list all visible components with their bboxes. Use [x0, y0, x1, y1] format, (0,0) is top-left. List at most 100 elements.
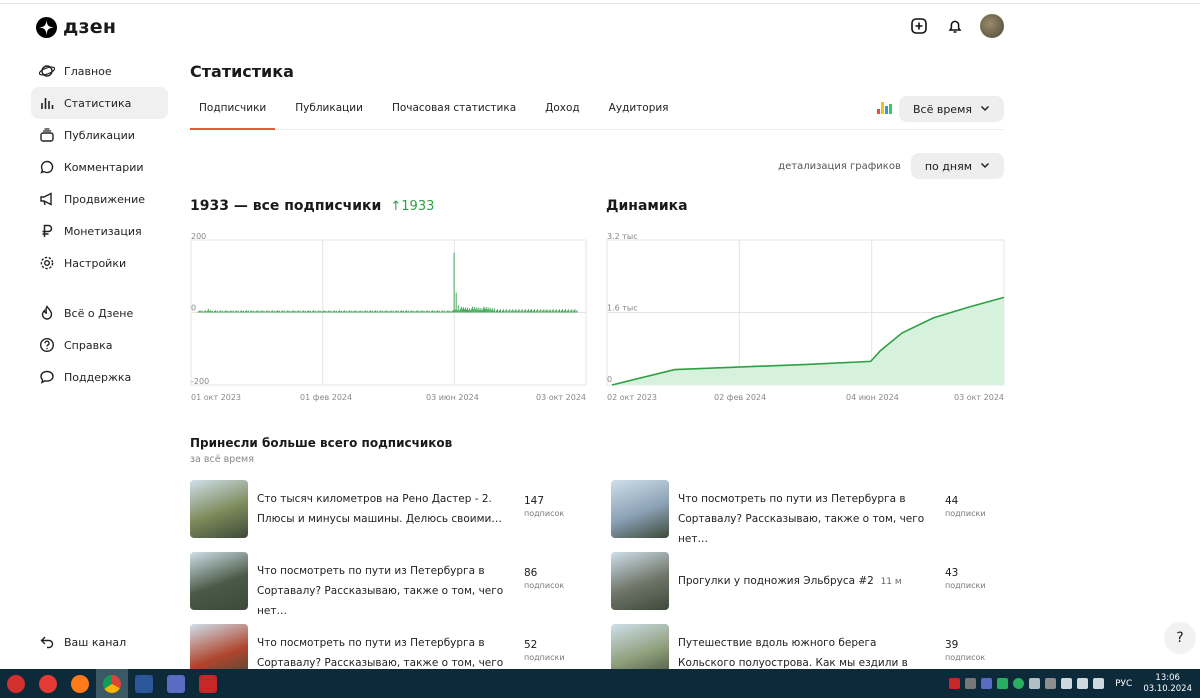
tray-app-icon[interactable] — [981, 678, 993, 689]
sidebar-item-label: Поддержка — [64, 370, 132, 384]
chart-delta-value: 1933 — [401, 199, 435, 214]
main-content: Статистика Подписчики Публикации Почасов… — [190, 62, 1005, 689]
tab-income[interactable]: Доход — [536, 94, 589, 130]
sidebar-item-support[interactable]: Поддержка — [31, 361, 168, 393]
app-p-icon[interactable] — [192, 669, 224, 698]
x-tick-label: 01 окт 2023 — [191, 393, 241, 402]
y-tick-label: 0 — [607, 375, 612, 384]
detail-label: детализация графиков — [778, 160, 901, 172]
sidebar-item-main[interactable]: Главное — [31, 55, 168, 87]
tray-app-icon[interactable] — [1029, 678, 1041, 689]
tab-audience[interactable]: Аудитория — [600, 94, 678, 130]
sidebar-item-comments[interactable]: Комментарии — [31, 151, 168, 183]
dzen-logo[interactable]: дзен — [36, 16, 116, 38]
clock-time: 13:06 — [1155, 672, 1180, 683]
tab-hourly[interactable]: Почасовая статистика — [383, 94, 525, 130]
chevron-down-icon — [980, 103, 990, 116]
sidebar-item-label: Статистика — [64, 96, 132, 110]
tab-subscribers[interactable]: Подписчики — [190, 94, 276, 130]
subscriber-unit: подписки — [945, 509, 986, 518]
bars-icon — [38, 95, 55, 112]
chrome-icon[interactable] — [96, 669, 128, 698]
chart-delta: ↑1933 — [386, 199, 434, 214]
publication-thumbnail — [611, 480, 669, 538]
sidebar-item-publications[interactable]: Публикации — [31, 119, 168, 151]
sidebar-item-settings[interactable]: Настройки — [31, 247, 168, 279]
dynamics-chart: 3.2 тыс 1.6 тыс 0 02 окт 2023 02 фев 2024 04 … — [606, 232, 1005, 402]
clock[interactable]: 13:06 03.10.2024 — [1143, 673, 1192, 695]
word-icon[interactable] — [128, 669, 160, 698]
tray-app-icon[interactable] — [997, 678, 1009, 689]
subscriber-unit: подписок — [945, 653, 986, 662]
tray-app-icon[interactable] — [965, 678, 977, 689]
sidebar-item-label: Главное — [64, 64, 112, 78]
publication-thumbnail — [611, 552, 669, 610]
subscriber-count: 44 — [945, 495, 959, 507]
period-value: Всё время — [912, 102, 972, 116]
y-tick-label: 3.2 тыс — [607, 232, 638, 241]
gear-icon — [38, 255, 55, 272]
detail-dropdown[interactable]: по дням — [910, 153, 1004, 179]
your-channel-link[interactable]: Ваш канал — [31, 626, 126, 658]
battery-icon[interactable] — [1093, 678, 1105, 689]
opera-icon[interactable] — [0, 669, 32, 698]
subscriber-unit: подписки — [524, 653, 565, 662]
publication-card[interactable]: Что посмотреть по пути из Петербурга в С… — [190, 552, 564, 617]
x-tick-label: 03 окт 2024 — [954, 393, 1004, 402]
x-tick-label: 01 фев 2024 — [300, 393, 352, 402]
tray-app-icon[interactable] — [949, 678, 961, 689]
publication-thumbnail — [190, 552, 248, 610]
sidebar-item-stats[interactable]: Статистика — [31, 87, 168, 119]
sidebar-item-help[interactable]: Справка — [31, 329, 168, 361]
publication-card[interactable]: Что посмотреть по пути из Петербурга в С… — [611, 480, 986, 545]
taskbar: РУС 13:06 03.10.2024 — [0, 669, 1200, 698]
sidebar-item-label: Всё о Дзене — [64, 306, 134, 320]
brand-name: дзен — [63, 16, 117, 38]
avatar[interactable] — [980, 14, 1004, 38]
x-tick-label: 02 окт 2023 — [607, 393, 657, 402]
publication-thumbnail — [190, 480, 248, 538]
network-icon[interactable] — [1077, 678, 1089, 689]
volume-icon[interactable] — [1061, 678, 1073, 689]
sidebar: Главное Статистика Публикации Комментари… — [31, 55, 168, 393]
chart-colors-icon[interactable] — [877, 102, 892, 114]
tray-app-icon[interactable] — [1013, 678, 1025, 689]
bell-icon[interactable] — [944, 15, 966, 37]
back-arrow-icon — [38, 634, 55, 651]
tray-app-icon[interactable] — [1045, 678, 1057, 689]
publication-title: Что посмотреть по пути из Петербурга в С… — [257, 552, 509, 617]
sidebar-item-label: Публикации — [64, 128, 135, 142]
subscriber-count: 43 — [945, 567, 959, 579]
x-tick-label: 03 окт 2024 — [536, 393, 586, 402]
detail-value: по дням — [924, 159, 972, 173]
sidebar-item-label: Монетизация — [64, 224, 142, 238]
arrow-up-icon: ↑ — [390, 199, 402, 214]
y-tick-label: 0 — [191, 304, 196, 313]
subscriber-count: 39 — [945, 639, 959, 651]
save-disk-icon[interactable] — [160, 669, 192, 698]
language-indicator[interactable]: РУС — [1115, 679, 1132, 689]
chevron-down-icon — [980, 160, 990, 173]
sidebar-item-about[interactable]: Всё о Дзене — [31, 297, 168, 329]
add-icon[interactable] — [908, 15, 930, 37]
period-dropdown[interactable]: Всё время — [898, 96, 1004, 122]
subscriber-unit: подписки — [945, 581, 986, 590]
yandex-icon[interactable] — [32, 669, 64, 698]
publication-card[interactable]: Сто тысяч километров на Рено Дастер - 2.… — [190, 480, 564, 538]
subscriber-unit: подписок — [524, 509, 565, 518]
publication-title-text: Сто тысяч километров на Рено Дастер - 2.… — [257, 493, 502, 525]
firefox-icon[interactable] — [64, 669, 96, 698]
chart-title-subscribers: 1933 — все подписчики ↑1933 — [190, 198, 434, 214]
publication-title-text: Что посмотреть по пути из Петербурга в С… — [257, 565, 504, 617]
page-title: Статистика — [190, 62, 294, 81]
publication-title: Что посмотреть по пути из Петербурга в С… — [678, 480, 930, 545]
help-button[interactable]: ? — [1164, 622, 1196, 654]
dzen-logo-icon — [36, 16, 57, 38]
publication-card[interactable]: Прогулки у подножия Эльбруса #2 11 м 43 п… — [611, 552, 986, 610]
sidebar-item-monetization[interactable]: Монетизация — [31, 215, 168, 247]
sidebar-item-promotion[interactable]: Продвижение — [31, 183, 168, 215]
ruble-icon — [38, 223, 55, 240]
tab-publications[interactable]: Публикации — [286, 94, 372, 130]
chart-title-dynamics: Динамика — [606, 198, 688, 214]
clock-date: 03.10.2024 — [1143, 683, 1192, 694]
